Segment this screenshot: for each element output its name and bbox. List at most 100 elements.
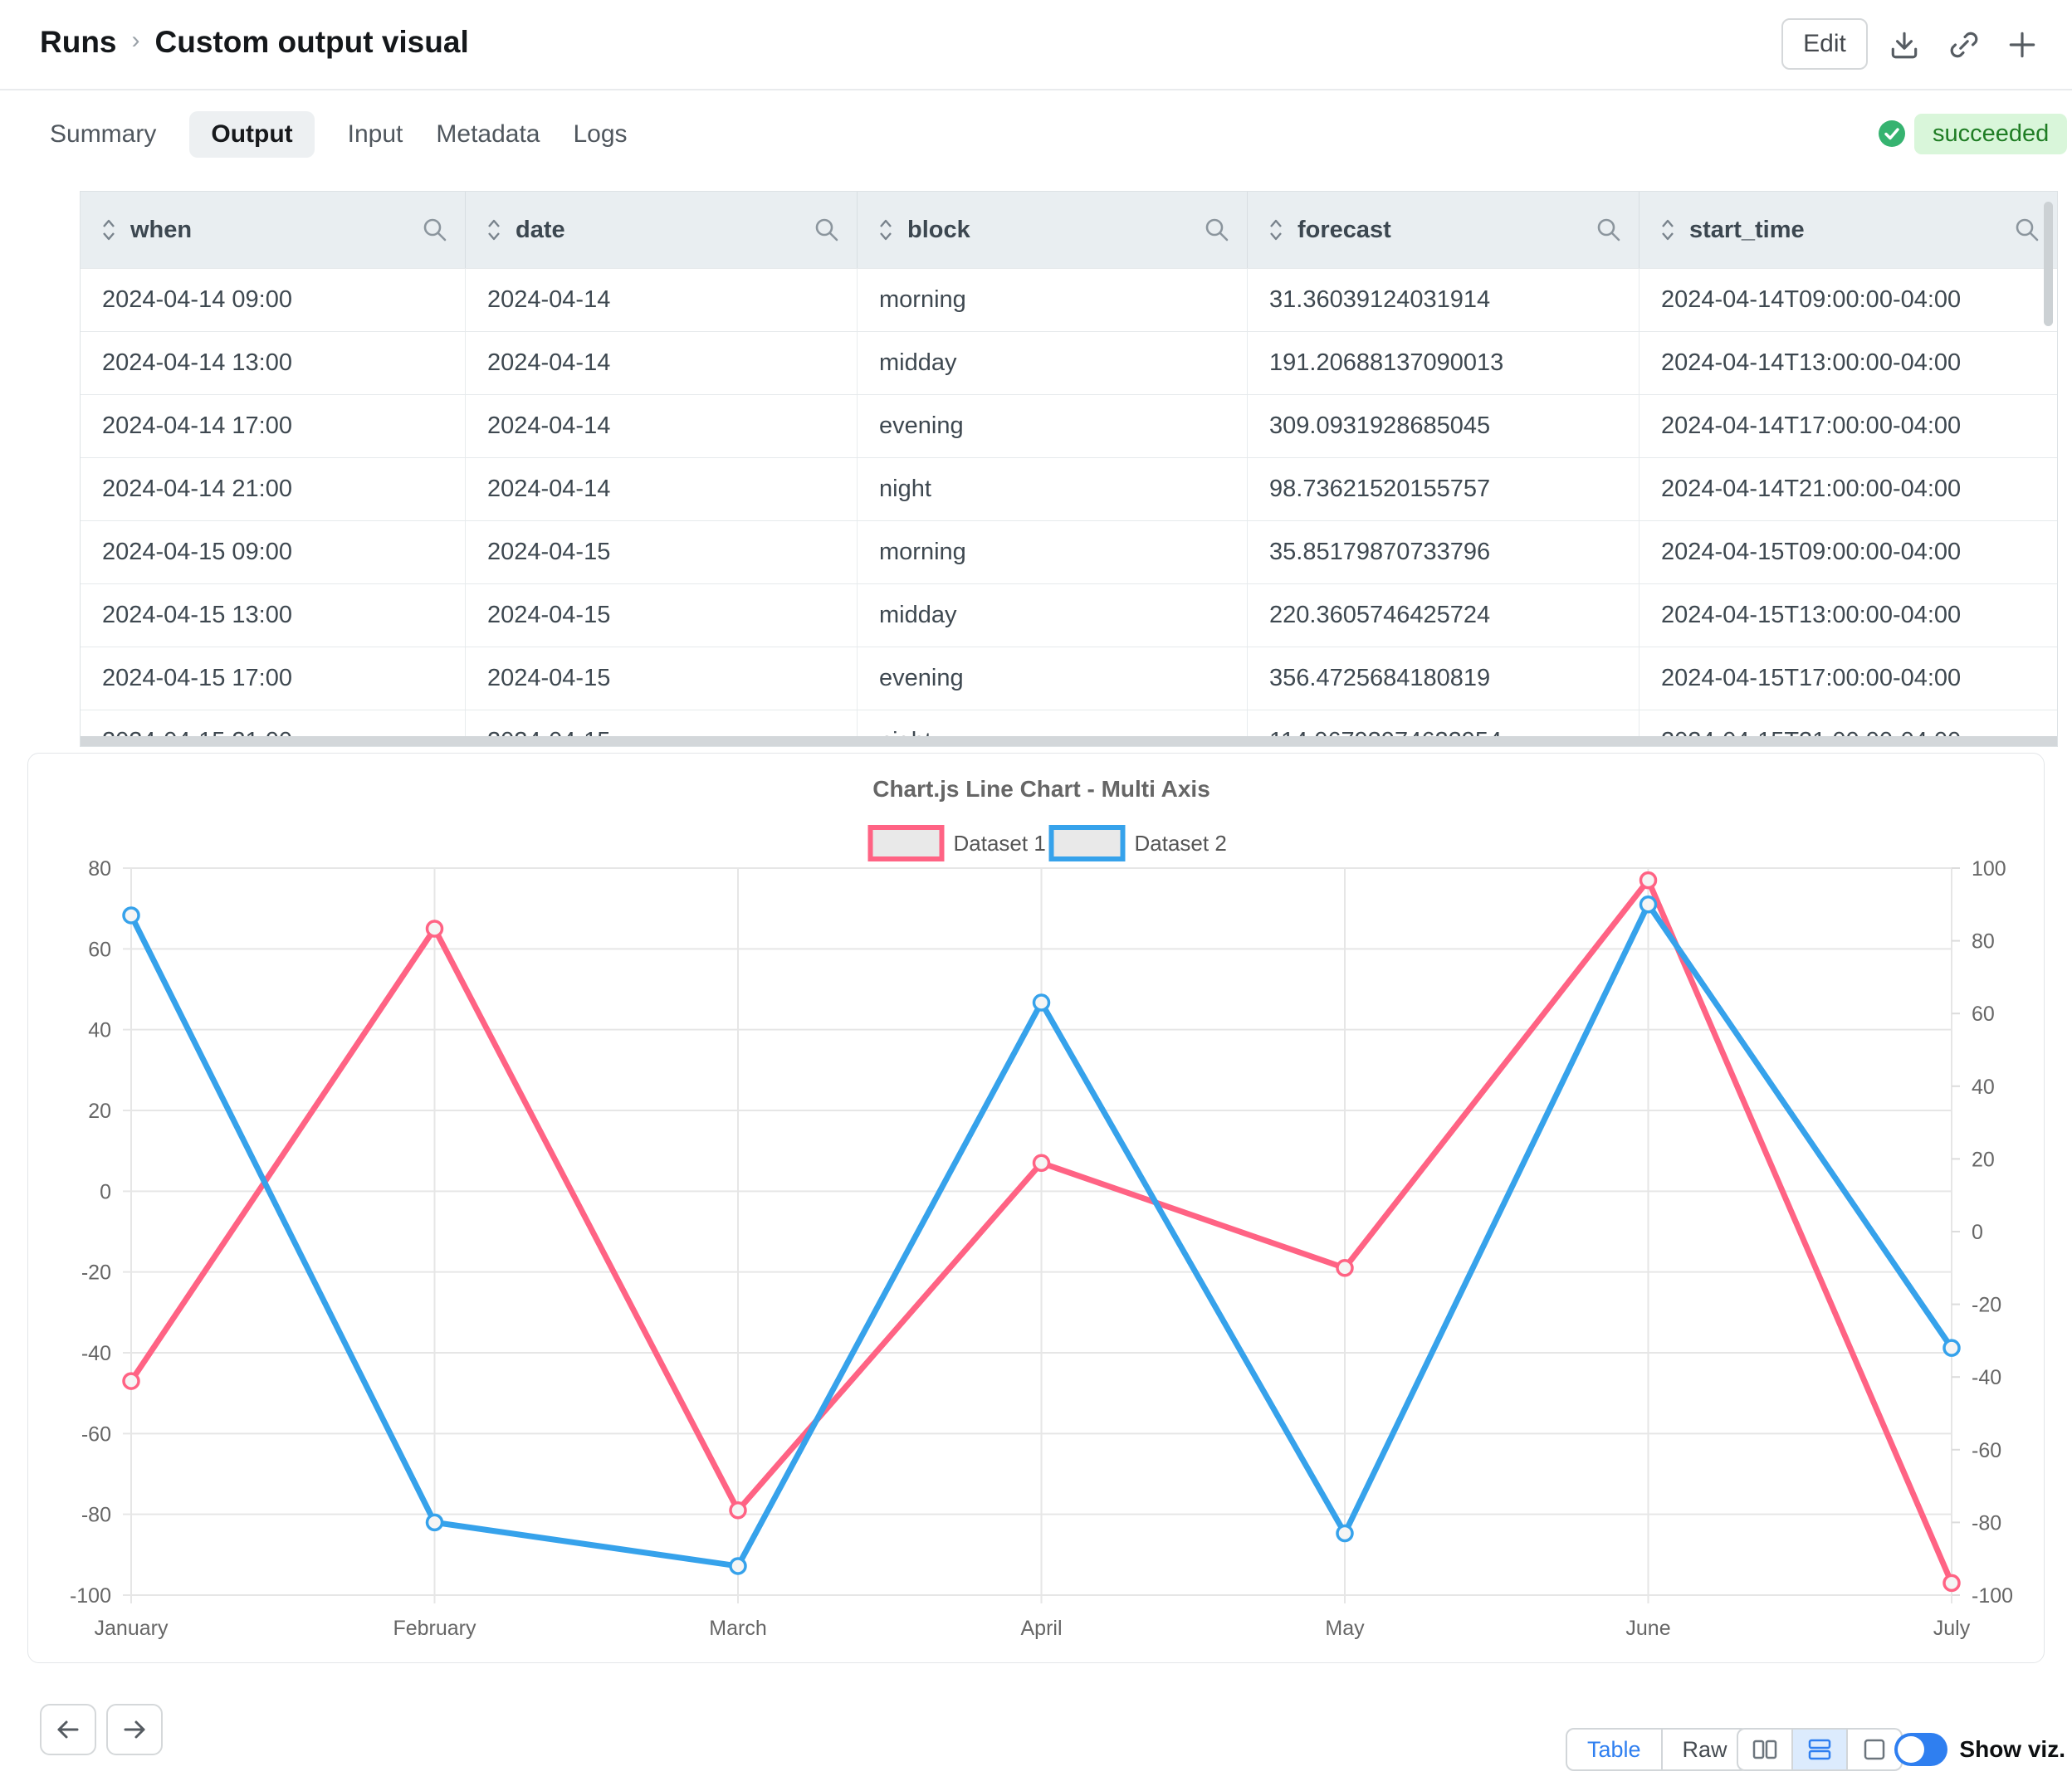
search-icon[interactable] — [2014, 217, 2040, 243]
link-icon[interactable] — [1947, 28, 1981, 61]
column-header-start-time[interactable]: start_time — [1640, 192, 2057, 268]
sort-icon — [100, 217, 117, 242]
rows-layout-icon — [1806, 1735, 1834, 1764]
columns-layout-button[interactable] — [1738, 1730, 1791, 1769]
table-cell: 2024-04-15 09:00 — [81, 521, 466, 583]
table-cell: 2024-04-14T13:00:00-04:00 — [1640, 332, 2057, 394]
show-viz-toggle[interactable] — [1894, 1733, 1947, 1766]
table-row: 2024-04-14 17:002024-04-14evening309.093… — [81, 394, 2057, 457]
column-header-forecast[interactable]: forecast — [1248, 192, 1640, 268]
sort-icon — [1268, 217, 1284, 242]
breadcrumb: Runs › Custom output visual — [40, 25, 469, 60]
horizontal-scrollbar[interactable] — [81, 736, 2057, 746]
svg-text:-100: -100 — [70, 1584, 111, 1608]
page-title: Custom output visual — [155, 25, 469, 60]
tab-metadata[interactable]: Metadata — [436, 120, 540, 149]
table-cell: 2024-04-14T09:00:00-04:00 — [1640, 269, 2057, 331]
edit-button[interactable]: Edit — [1781, 18, 1868, 70]
breadcrumb-separator: › — [132, 27, 140, 55]
table-cell: 2024-04-14T21:00:00-04:00 — [1640, 458, 2057, 520]
table-cell: 35.85179870733796 — [1248, 521, 1640, 583]
table-cell: evening — [858, 647, 1248, 710]
success-check-icon — [1878, 120, 1906, 148]
tab-output[interactable]: Output — [189, 111, 314, 158]
svg-text:0: 0 — [1972, 1221, 1983, 1244]
table-cell: 356.4725684180819 — [1248, 647, 1640, 710]
svg-text:March: March — [709, 1617, 766, 1640]
table-cell: night — [858, 458, 1248, 520]
table-cell: morning — [858, 521, 1248, 583]
sort-icon — [877, 217, 894, 242]
table-row: 2024-04-14 21:002024-04-14night98.736215… — [81, 457, 2057, 520]
download-icon[interactable] — [1888, 28, 1921, 61]
add-icon[interactable] — [2006, 28, 2039, 61]
prev-button[interactable] — [40, 1704, 96, 1755]
table-cell: midday — [858, 332, 1248, 394]
table-cell: 2024-04-14 13:00 — [81, 332, 466, 394]
table-cell: 309.0931928685045 — [1248, 395, 1640, 457]
svg-text:80: 80 — [88, 857, 111, 881]
table-cell: 2024-04-15 — [466, 584, 858, 647]
tab-bar: Summary Output Input Metadata Logs — [50, 108, 628, 161]
svg-text:-40: -40 — [81, 1342, 111, 1365]
table-body: 2024-04-14 09:002024-04-14morning31.3603… — [81, 268, 2057, 747]
table-cell: 2024-04-14 21:00 — [81, 458, 466, 520]
columns-layout-icon — [1751, 1735, 1779, 1764]
tab-input[interactable]: Input — [348, 120, 403, 149]
table-cell: 2024-04-15T09:00:00-04:00 — [1640, 521, 2057, 583]
svg-text:60: 60 — [1972, 1003, 1995, 1026]
table-header: when date block forecast start_time — [81, 192, 2057, 268]
output-table: when date block forecast start_time 2024… — [80, 191, 2058, 747]
svg-text:January: January — [95, 1617, 169, 1640]
tab-summary[interactable]: Summary — [50, 120, 156, 149]
svg-text:20: 20 — [1972, 1148, 1995, 1171]
table-cell: 2024-04-15 13:00 — [81, 584, 466, 647]
svg-text:June: June — [1625, 1617, 1670, 1640]
table-cell: 2024-04-14 — [466, 332, 858, 394]
table-cell: 98.73621520155757 — [1248, 458, 1640, 520]
table-cell: 2024-04-15 17:00 — [81, 647, 466, 710]
show-viz-label: Show viz. — [1959, 1736, 2065, 1763]
column-header-date[interactable]: date — [466, 192, 858, 268]
table-row: 2024-04-15 09:002024-04-15morning35.8517… — [81, 520, 2057, 583]
search-icon[interactable] — [1204, 217, 1230, 243]
table-cell: 2024-04-15 — [466, 647, 858, 710]
svg-text:20: 20 — [88, 1100, 111, 1123]
svg-text:May: May — [1325, 1617, 1365, 1640]
header-divider — [0, 89, 2072, 90]
table-cell: 2024-04-14 09:00 — [81, 269, 466, 331]
status-badge: succeeded — [1914, 114, 2067, 154]
svg-text:-60: -60 — [81, 1422, 111, 1446]
table-cell: 2024-04-14T17:00:00-04:00 — [1640, 395, 2057, 457]
table-cell: 2024-04-14 — [466, 395, 858, 457]
raw-view-button[interactable]: Raw — [1663, 1730, 1747, 1769]
breadcrumb-root[interactable]: Runs — [40, 25, 117, 60]
vertical-scrollbar[interactable] — [2044, 202, 2053, 326]
sort-icon — [486, 217, 502, 242]
search-icon[interactable] — [422, 217, 448, 243]
svg-text:-80: -80 — [81, 1504, 111, 1527]
table-view-button[interactable]: Table — [1567, 1730, 1661, 1769]
sort-icon — [1659, 217, 1676, 242]
next-button[interactable] — [106, 1704, 163, 1755]
svg-text:40: 40 — [88, 1019, 111, 1042]
chart-card: -100-80-60-40-20020406080JanuaryFebruary… — [27, 753, 2045, 1663]
rows-layout-button[interactable] — [1793, 1730, 1846, 1769]
layout-switcher — [1737, 1728, 1903, 1771]
svg-text:Dataset 1: Dataset 1 — [954, 831, 1046, 856]
table-cell: morning — [858, 269, 1248, 331]
table-cell: 2024-04-14 — [466, 269, 858, 331]
search-icon[interactable] — [1596, 217, 1622, 243]
tab-logs[interactable]: Logs — [573, 120, 627, 149]
table-cell: 220.3605746425724 — [1248, 584, 1640, 647]
column-header-when[interactable]: when — [81, 192, 466, 268]
table-row: 2024-04-14 09:002024-04-14morning31.3603… — [81, 268, 2057, 331]
svg-text:-20: -20 — [1972, 1294, 2001, 1317]
column-header-block[interactable]: block — [858, 192, 1248, 268]
svg-text:60: 60 — [88, 938, 111, 961]
single-layout-button[interactable] — [1848, 1730, 1901, 1769]
toggle-knob — [1898, 1736, 1924, 1763]
arrow-right-icon — [119, 1714, 150, 1745]
search-icon[interactable] — [814, 217, 840, 243]
table-cell: 31.36039124031914 — [1248, 269, 1640, 331]
